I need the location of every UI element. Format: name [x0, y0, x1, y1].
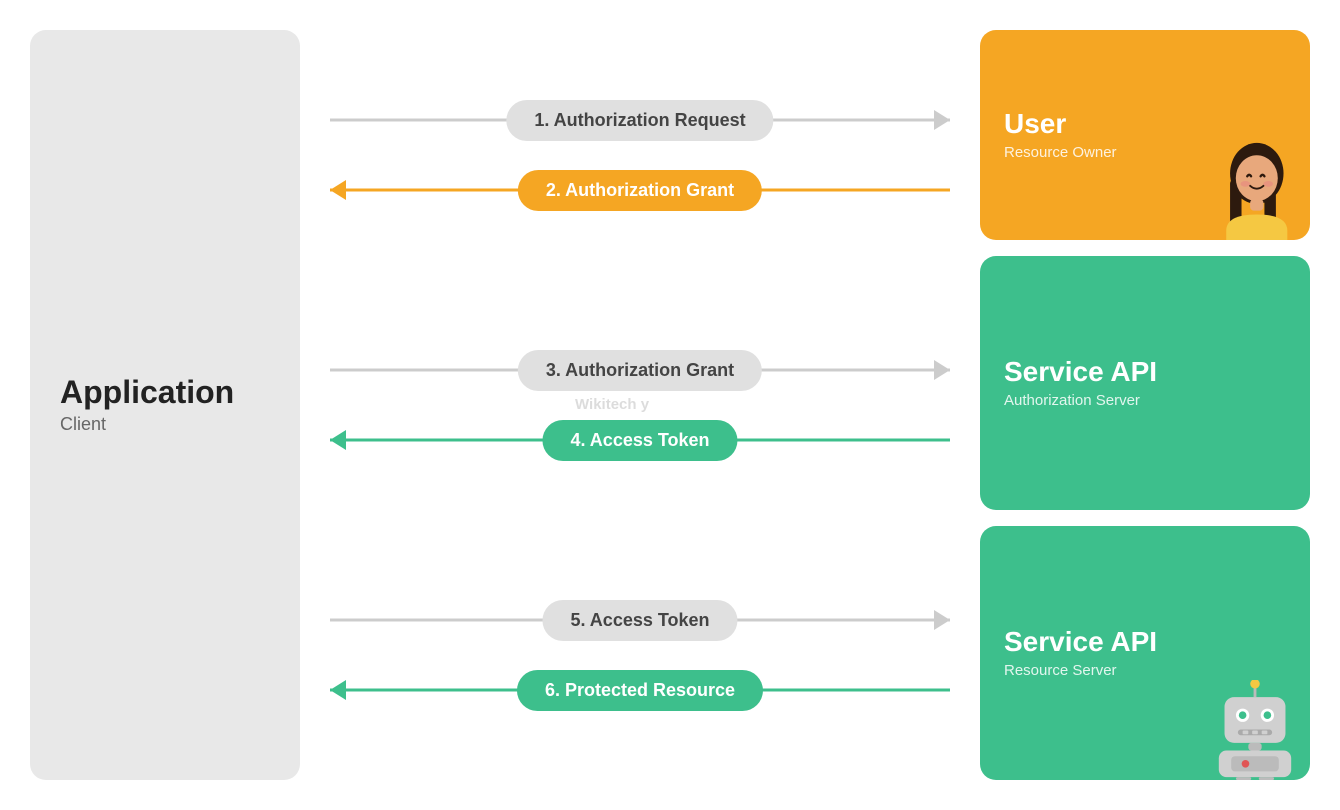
arrowhead-left-6	[330, 680, 346, 700]
right-section: User Resource Owner	[970, 0, 1340, 810]
arrowhead-right-5	[934, 610, 950, 630]
auth-server-title: Service API	[1004, 357, 1286, 388]
arrowhead-left-2	[330, 180, 346, 200]
middle-section: Wikitech y 1. Authorization Request	[300, 0, 970, 810]
client-subtitle: Client	[60, 414, 106, 435]
arrow-row-2: 2. Authorization Grant	[330, 164, 950, 216]
pill-1: 1. Authorization Request	[506, 100, 773, 141]
flow-group-3: 5. Access Token 6. Protected Resource	[330, 594, 950, 716]
arrow-row-4: 4. Access Token	[330, 414, 950, 466]
user-box-title: User	[1004, 109, 1286, 140]
arrow-row-5: 5. Access Token	[330, 594, 950, 646]
flow-group-2: 3. Authorization Grant 4. Access Token	[330, 344, 950, 466]
pill-5: 5. Access Token	[542, 600, 737, 641]
user-box: User Resource Owner	[980, 30, 1310, 240]
arrowhead-right-1	[934, 110, 950, 130]
auth-server-box: Service API Authorization Server	[980, 256, 1310, 510]
arrow-row-1: 1. Authorization Request	[330, 94, 950, 146]
client-panel: Application Client	[30, 30, 300, 780]
flow-group-1: 1. Authorization Request 2. Authorizatio…	[330, 94, 950, 216]
pill-4: 4. Access Token	[542, 420, 737, 461]
auth-server-subtitle: Authorization Server	[1004, 392, 1286, 409]
pill-2: 2. Authorization Grant	[518, 170, 762, 211]
arrowhead-left-4	[330, 430, 346, 450]
resource-server-box: Service API Resource Server	[980, 526, 1310, 780]
arrow-row-3: 3. Authorization Grant	[330, 344, 950, 396]
diagram-container: Application Client Wikitech y	[0, 0, 1340, 810]
pill-3: 3. Authorization Grant	[518, 350, 762, 391]
arrowhead-right-3	[934, 360, 950, 380]
arrow-row-6: 6. Protected Resource	[330, 664, 950, 716]
resource-server-title: Service API	[1004, 627, 1286, 658]
client-title: Application	[60, 375, 234, 410]
robot-avatar	[1205, 680, 1305, 780]
user-avatar	[1205, 140, 1300, 240]
pill-6: 6. Protected Resource	[517, 670, 763, 711]
resource-server-subtitle: Resource Server	[1004, 662, 1286, 679]
flows-wrapper: 1. Authorization Request 2. Authorizatio…	[330, 30, 950, 780]
